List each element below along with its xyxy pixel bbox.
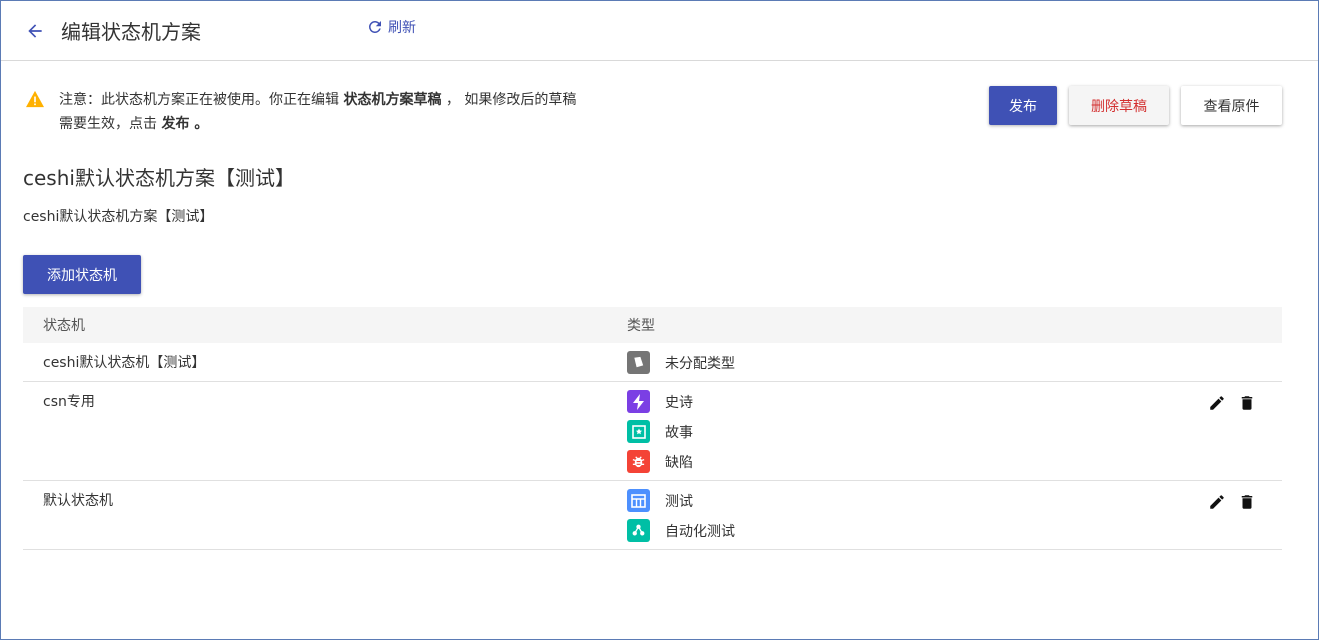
header-type: 类型 (627, 318, 655, 334)
bug-icon (627, 450, 650, 473)
delete-icon[interactable] (1238, 493, 1256, 511)
notice-text-2: ， 如果修改后的草稿 (441, 92, 577, 108)
notice-text-3: 需要生效，点击 (59, 116, 162, 132)
table-row: 默认状态机 测试 自动化测试 (23, 481, 1282, 550)
refresh-label: 刷新 (388, 20, 416, 36)
table-row: csn专用 史诗 故事 缺陷 (23, 382, 1282, 481)
edit-icon[interactable] (1208, 394, 1226, 412)
type-item: 测试 (627, 487, 1282, 514)
warning-icon (25, 90, 45, 136)
delete-draft-button[interactable]: 删除草稿 (1069, 86, 1169, 125)
state-machine-table: 状态机 类型 ceshi默认状态机【测试】 未分配类型 csn专用 史诗 故事 … (23, 307, 1282, 550)
notice-bold-draft: 状态机方案草稿 (343, 92, 442, 108)
add-state-machine-button[interactable]: 添加状态机 (23, 255, 141, 294)
state-machine-name: csn专用 (43, 394, 95, 410)
page-title: 编辑状态机方案 (61, 20, 201, 44)
type-label: 史诗 (665, 394, 693, 411)
row-actions (1208, 493, 1256, 511)
edit-icon[interactable] (1208, 493, 1226, 511)
notice-bold-publish: 发布 (161, 116, 190, 132)
type-item: 未分配类型 (627, 349, 1282, 376)
lightning-icon (627, 390, 650, 413)
notice-text-1: 注意：此状态机方案正在被使用。你正在编辑 (59, 92, 344, 108)
type-list: 测试 自动化测试 (606, 481, 1282, 549)
draft-notice: 注意：此状态机方案正在被使用。你正在编辑 状态机方案草稿 ， 如果修改后的草稿 … (25, 88, 576, 136)
table-row: ceshi默认状态机【测试】 未分配类型 (23, 343, 1282, 382)
notice-text-4: 。 (189, 116, 209, 132)
back-arrow-icon[interactable] (23, 19, 47, 43)
type-item: 故事 (627, 418, 1282, 445)
type-label: 故事 (665, 424, 693, 441)
type-label: 缺陷 (665, 454, 693, 471)
type-label: 未分配类型 (665, 355, 735, 372)
scheme-title: ceshi默认状态机方案【测试】 (23, 166, 295, 190)
refresh-button[interactable]: 刷新 (366, 17, 416, 37)
view-original-button[interactable]: 查看原件 (1181, 86, 1282, 125)
type-list: 未分配类型 (606, 343, 1282, 381)
publish-button[interactable]: 发布 (989, 86, 1057, 125)
type-item: 史诗 (627, 388, 1282, 415)
type-list: 史诗 故事 缺陷 (606, 382, 1282, 480)
bookmark-icon (627, 420, 650, 443)
notice-text: 注意：此状态机方案正在被使用。你正在编辑 状态机方案草稿 ， 如果修改后的草稿 … (59, 88, 576, 136)
type-item: 自动化测试 (627, 517, 1282, 544)
row-actions (1208, 394, 1256, 412)
automation-icon (627, 519, 650, 542)
header-actions: 发布 删除草稿 查看原件 (989, 86, 1282, 125)
table-header: 状态机 类型 (23, 307, 1282, 343)
type-label: 测试 (665, 493, 693, 510)
scheme-description: ceshi默认状态机方案【测试】 (23, 209, 214, 225)
state-machine-name: ceshi默认状态机【测试】 (43, 355, 206, 371)
type-label: 自动化测试 (665, 523, 735, 540)
delete-icon[interactable] (1238, 394, 1256, 412)
table-icon (627, 489, 650, 512)
refresh-icon (368, 20, 381, 33)
type-item: 缺陷 (627, 448, 1282, 475)
state-machine-name: 默认状态机 (43, 493, 113, 509)
header-state-machine: 状态机 (43, 318, 85, 334)
unassigned-icon (627, 351, 650, 374)
page-header: 编辑状态机方案 刷新 (1, 1, 1318, 61)
